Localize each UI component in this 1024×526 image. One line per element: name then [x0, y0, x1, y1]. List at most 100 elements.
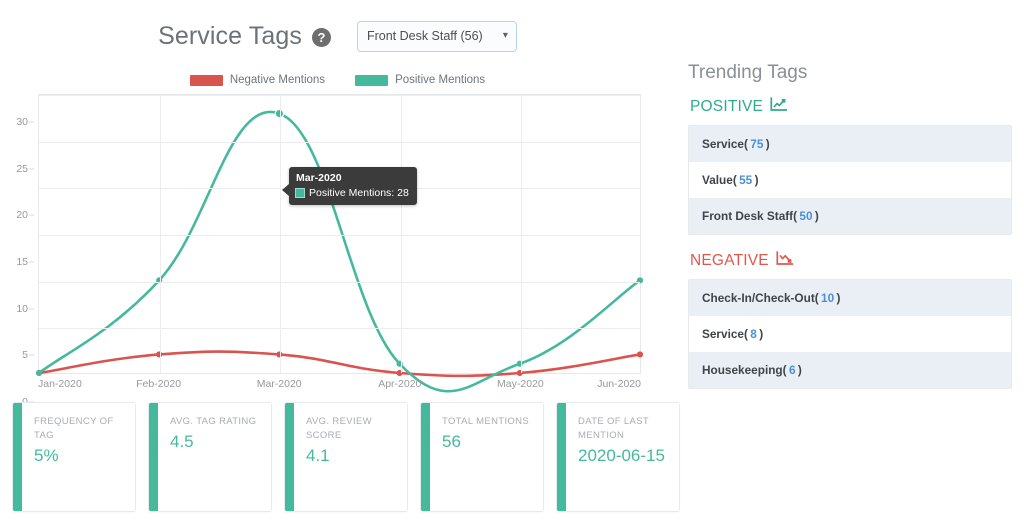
chart-gridline: [39, 328, 640, 330]
tag-row[interactable]: Value ( 55 ): [689, 162, 1011, 198]
stat-card: Frequency of Tag 5%: [12, 402, 136, 512]
stat-card-accent-bar: [149, 403, 158, 511]
negative-tag-list: Check-In/Check-Out ( 10 ) Service ( 8 ) Ho…: [688, 279, 1012, 389]
tag-row[interactable]: Check-In/Check-Out ( 10 ): [689, 280, 1011, 316]
stat-card-accent-bar: [557, 403, 566, 511]
tag-row[interactable]: Service ( 8 ): [689, 316, 1011, 352]
positive-section-heading: POSITIVE: [690, 97, 1012, 117]
x-axis-tick-label: Jun-2020: [597, 378, 641, 390]
y-axis-labels: 051015202530: [0, 94, 34, 408]
x-axis-tick-label: Apr-2020: [378, 378, 422, 390]
legend-swatch-positive: [355, 74, 389, 86]
stat-card: Date of Last Mention 2020-06-15: [556, 402, 680, 512]
y-axis-tick: [29, 121, 34, 123]
stat-card-accent-bar: [285, 403, 294, 511]
tag-name: Check-In/Check-Out: [702, 291, 815, 305]
tag-count: 50: [799, 209, 813, 223]
chart-data-point[interactable]: [35, 369, 43, 377]
tag-row[interactable]: Front Desk Staff ( 50 ): [689, 198, 1011, 234]
stat-card-label: Avg. Tag Rating: [170, 416, 257, 427]
stat-card-accent-bar: [421, 403, 430, 511]
stat-card-accent-bar: [13, 403, 22, 511]
x-axis-tick-label: May-2020: [497, 378, 544, 390]
chart-gridline-vertical: [280, 95, 282, 373]
stat-card-value: 56: [442, 431, 461, 451]
tag-name: Value: [702, 173, 733, 187]
x-axis-labels: Jan-2020 Feb-2020 Mar-2020 Apr-2020 May-2020…: [38, 378, 641, 394]
chart-gridline: [39, 281, 640, 283]
negative-heading-label: NEGATIVE: [690, 252, 769, 269]
positive-heading-label: POSITIVE: [690, 98, 764, 115]
x-axis-tick-label: Feb-2020: [136, 378, 182, 390]
stat-card-body: Total Mentions 56: [430, 403, 539, 511]
stat-card: Avg. Review Score 4.1: [284, 402, 408, 512]
x-axis-tick-label: Jan-2020: [38, 378, 82, 390]
chart-tooltip: Mar-2020 Positive Mentions: 28: [282, 167, 417, 206]
chart-gridline-vertical: [400, 95, 402, 373]
stat-card-value: 5%: [34, 445, 59, 465]
stat-card-label: Avg. Review Score: [306, 416, 372, 441]
tag-paren-close: ): [756, 327, 764, 341]
y-axis-tick-label: 10: [16, 302, 28, 315]
legend-item-negative[interactable]: Negative Mentions: [189, 74, 326, 86]
question-mark-circle-icon[interactable]: ?: [311, 28, 331, 47]
tag-name: Service: [702, 327, 744, 341]
positive-tag-list: Service ( 75 ) Value ( 55 ) Front Desk Sta…: [688, 125, 1012, 235]
mentions-chart: Negative Mentions Positive Mentions 0510…: [0, 66, 675, 408]
legend-label-negative: Negative Mentions: [229, 74, 326, 86]
tag-select-wrapper[interactable]: Front Desk Staff (56) ▾: [343, 20, 517, 52]
chart-data-point[interactable]: [636, 351, 644, 358]
chart-gridline: [39, 235, 640, 236]
stat-card-label: Frequency of Tag: [34, 416, 114, 441]
tag-row[interactable]: Housekeeping ( 6 ): [689, 352, 1011, 388]
y-axis-tick-label: 20: [16, 209, 28, 222]
legend-label-positive: Positive Mentions: [395, 74, 486, 86]
tag-name: Front Desk Staff: [702, 209, 794, 223]
stat-card-label: Date of Last Mention: [578, 416, 649, 441]
trending-down-icon: [776, 251, 793, 271]
tag-paren-close: ): [834, 291, 841, 305]
y-axis-tick: [29, 354, 34, 356]
tag-paren-close: ): [812, 209, 819, 223]
tooltip-arrow-icon: [282, 184, 289, 196]
tooltip-row: Positive Mentions: 28: [295, 186, 409, 200]
legend-swatch-negative: [189, 74, 223, 86]
trending-tags-title: Trending Tags: [688, 62, 808, 83]
tag-row[interactable]: Service ( 75 ): [689, 126, 1011, 162]
x-axis-tick-label: Mar-2020: [256, 378, 302, 390]
chart-gridline: [39, 95, 640, 96]
tag-name: Service: [702, 137, 744, 151]
page-title: Service Tags: [158, 21, 302, 50]
tag-paren-close: ): [763, 137, 770, 151]
y-axis-tick-label: 25: [16, 162, 28, 175]
chart-gridline-vertical: [521, 95, 523, 373]
stat-card-label: Total Mentions: [442, 416, 530, 427]
chart-series-lines: [35, 108, 644, 393]
page-header: Service Tags ? Front Desk Staff (56) ▾: [0, 8, 675, 64]
stat-card-value: 4.5: [170, 431, 194, 451]
stat-card-value: 4.1: [306, 445, 330, 465]
stat-card-body: Date of Last Mention 2020-06-15: [566, 403, 679, 511]
trending-up-icon: [770, 97, 788, 117]
y-axis-tick-label: 15: [16, 256, 28, 268]
y-axis-tick-label: 5: [22, 349, 28, 362]
tag-paren-close: ): [752, 173, 759, 187]
chart-line-positive: [37, 110, 642, 393]
chart-plot-area: [35, 94, 644, 393]
y-axis-tick: [29, 308, 34, 310]
tag-name: Housekeeping: [702, 363, 783, 377]
stat-card-body: Avg. Tag Rating 4.5: [158, 403, 266, 511]
legend-item-positive[interactable]: Positive Mentions: [355, 74, 485, 86]
tag-count: 75: [750, 137, 764, 151]
stat-card: Total Mentions 56: [420, 402, 544, 512]
chart-gridline: [39, 141, 640, 143]
y-axis-tick: [29, 261, 34, 263]
tooltip-value-text: Positive Mentions: 28: [309, 187, 409, 200]
trending-tags-panel: Trending Tags POSITIVE Service ( 75 ) Val…: [688, 62, 1012, 405]
chart-legend: Negative Mentions Positive Mentions: [0, 74, 675, 86]
y-axis-tick: [29, 214, 34, 216]
stat-cards: Frequency of Tag 5% Avg. Tag Rating 4.5 Avg.…: [12, 402, 680, 514]
tag-select[interactable]: Front Desk Staff (56): [356, 20, 517, 52]
service-tags-dashboard: Service Tags ? Front Desk Staff (56) ▾ N…: [0, 0, 1024, 526]
tooltip-title: Mar-2020: [296, 172, 342, 184]
